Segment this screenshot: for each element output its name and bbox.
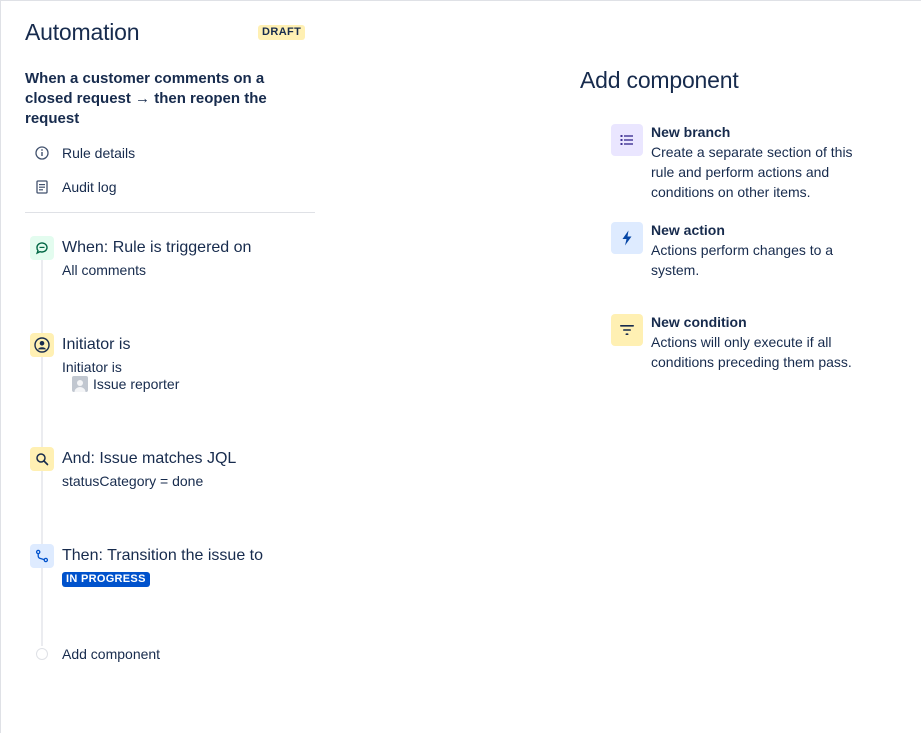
add-component-dot	[36, 648, 48, 660]
step-initiator-detail: Initiator is	[62, 359, 122, 375]
new-condition-title: New condition	[651, 314, 747, 330]
avatar	[72, 376, 88, 392]
new-action-desc: Actions perform changes to a system.	[651, 242, 834, 278]
page-title: Automation	[25, 19, 140, 45]
new-condition-option[interactable]: New condition Actions will only execute …	[611, 314, 871, 390]
document-icon	[33, 178, 51, 196]
new-action-title: New action	[651, 222, 725, 238]
rule-details-link[interactable]: Rule details	[33, 143, 135, 163]
divider	[25, 212, 315, 213]
new-branch-title: New branch	[651, 124, 731, 140]
filter-icon	[611, 314, 643, 346]
info-icon	[33, 144, 51, 162]
status-lozenge: IN PROGRESS	[62, 572, 150, 587]
person-icon	[30, 333, 54, 357]
comment-icon	[30, 236, 54, 260]
audit-log-link[interactable]: Audit log	[33, 177, 116, 197]
frame-top-border	[0, 0, 921, 1]
initiator-value-text: Issue reporter	[93, 376, 180, 392]
new-branch-option[interactable]: New branch Create a separate section of …	[611, 124, 871, 200]
list-icon	[611, 124, 643, 156]
frame-left-border	[0, 0, 1, 733]
search-icon	[30, 447, 54, 471]
draft-badge: DRAFT	[258, 25, 306, 40]
transition-icon	[30, 544, 54, 568]
new-action-option[interactable]: New action Actions perform changes to a …	[611, 222, 871, 278]
new-condition-desc: Actions will only execute if all conditi…	[651, 334, 852, 370]
step-initiator-title: Initiator is	[62, 336, 131, 353]
step-trigger-title: When: Rule is triggered on	[62, 239, 252, 256]
rule-title: When a customer comments on a closed req…	[25, 70, 267, 127]
audit-log-label: Audit log	[62, 179, 117, 195]
step-jql-detail: statusCategory = done	[62, 473, 204, 489]
panel-title: Add component	[580, 67, 739, 93]
step-transition-title: Then: Transition the issue to	[62, 547, 263, 564]
step-jql-title: And: Issue matches JQL	[62, 450, 237, 467]
add-component-link[interactable]: Add component	[62, 646, 160, 662]
step-initiator-value: Issue reporter	[72, 376, 179, 392]
lightning-icon	[611, 222, 643, 254]
new-branch-desc: Create a separate section of this rule a…	[651, 144, 853, 200]
step-trigger-detail: All comments	[62, 262, 147, 278]
rule-details-label: Rule details	[62, 145, 136, 161]
